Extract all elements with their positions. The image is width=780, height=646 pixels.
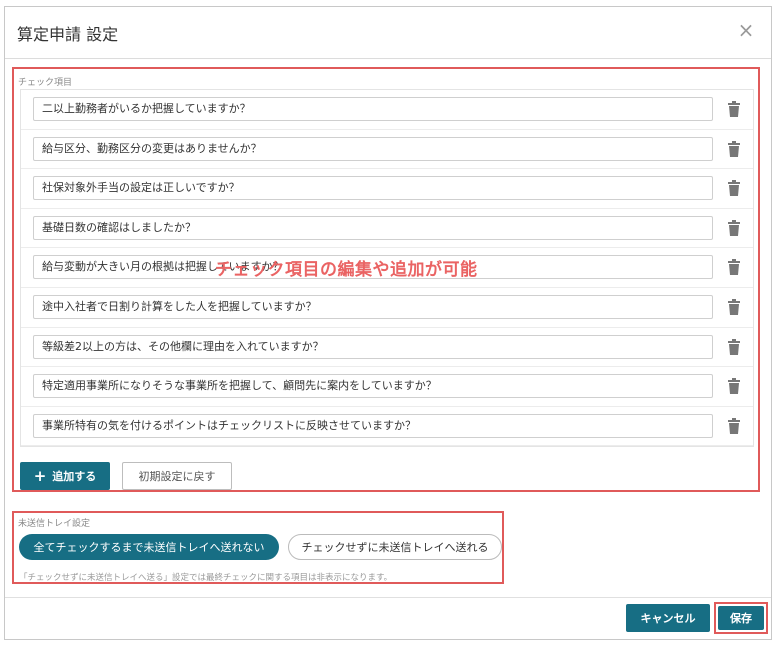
check-item-input[interactable]: 事業所特有の気を付けるポイントはチェックリストに反映させていますか？ xyxy=(33,413,713,438)
trash-icon[interactable] xyxy=(727,101,741,117)
list-item: 社保対象外手当の設定は正しいですか？ xyxy=(21,169,753,209)
list-item: 給与変動が大きい月の根拠は把握していますか？ xyxy=(21,248,753,288)
tray-option-require-all[interactable]: 全てチェックするまで未送信トレイへ送れない xyxy=(19,534,279,560)
dialog-header: 算定申請 設定 × xyxy=(5,7,771,59)
plus-icon: + xyxy=(33,467,47,485)
list-item: 二以上勤務者がいるか把握していますか？ xyxy=(21,90,753,130)
add-item-button[interactable]: + 追加する xyxy=(20,462,110,490)
check-item-input[interactable]: 等級差2以上の方は、その他欄に理由を入れていますか？ xyxy=(33,334,713,359)
check-item-input[interactable]: 基礎日数の確認はしましたか？ xyxy=(33,215,713,240)
check-items-list: 二以上勤務者がいるか把握していますか？ 給与区分、勤務区分の変更はありませんか？… xyxy=(20,89,754,447)
footer-divider xyxy=(5,597,771,598)
settings-dialog: 算定申請 設定 × チェック項目 二以上勤務者がいるか把握していますか？ 給与区… xyxy=(4,6,772,640)
list-item: 特定適用事業所になりそうな事業所を把握して、顧問先に案内をしていますか？ xyxy=(21,367,753,407)
cancel-button[interactable]: キャンセル xyxy=(626,604,710,632)
trash-icon[interactable] xyxy=(727,140,741,157)
save-button[interactable]: 保存 xyxy=(718,606,764,630)
close-icon[interactable]: × xyxy=(735,19,757,41)
check-item-input[interactable]: 二以上勤務者がいるか把握していますか？ xyxy=(33,97,713,121)
tray-settings-label: 未送信トレイ設定 xyxy=(18,519,91,529)
check-item-input[interactable]: 給与変動が大きい月の根拠は把握していますか？ xyxy=(33,255,713,280)
check-items-label: チェック項目 xyxy=(18,78,73,88)
list-item: 事業所特有の気を付けるポイントはチェックリストに反映させていますか？ xyxy=(21,407,753,446)
trash-icon[interactable] xyxy=(727,219,741,236)
check-items-section: チェック項目 二以上勤務者がいるか把握していますか？ 給与区分、勤務区分の変更は… xyxy=(12,67,760,492)
list-item: 等級差2以上の方は、その他欄に理由を入れていますか？ xyxy=(21,328,753,368)
trash-icon[interactable] xyxy=(727,338,741,355)
list-item: 基礎日数の確認はしましたか？ xyxy=(21,209,753,249)
trash-icon[interactable] xyxy=(727,299,741,315)
check-item-input[interactable]: 社保対象外手当の設定は正しいですか？ xyxy=(33,176,713,201)
tray-settings-section: 未送信トレイ設定 全てチェックするまで未送信トレイへ送れない チェックせずに未送… xyxy=(12,511,504,584)
check-item-input[interactable]: 給与区分、勤務区分の変更はありませんか？ xyxy=(33,136,713,161)
dialog-title: 算定申請 設定 xyxy=(17,25,119,44)
tray-option-allow-unchecked[interactable]: チェックせずに未送信トレイへ送れる xyxy=(288,534,502,560)
tray-settings-note: 「チェックせずに未送信トレイへ送る」設定では最終チェックに関する項目は非表示にな… xyxy=(19,573,393,583)
trash-icon[interactable] xyxy=(727,378,741,395)
check-item-input[interactable]: 途中入社者で日割り計算をした人を把握していますか？ xyxy=(33,295,713,319)
trash-icon[interactable] xyxy=(727,417,741,434)
list-item: 途中入社者で日割り計算をした人を把握していますか？ xyxy=(21,288,753,328)
add-item-label: 追加する xyxy=(52,470,97,483)
check-item-input[interactable]: 特定適用事業所になりそうな事業所を把握して、顧問先に案内をしていますか？ xyxy=(33,374,713,399)
reset-defaults-button[interactable]: 初期設定に戻す xyxy=(122,462,232,490)
trash-icon[interactable] xyxy=(727,180,741,197)
save-button-highlight: 保存 xyxy=(714,602,768,634)
list-item: 給与区分、勤務区分の変更はありませんか？ xyxy=(21,130,753,170)
trash-icon[interactable] xyxy=(727,259,741,276)
